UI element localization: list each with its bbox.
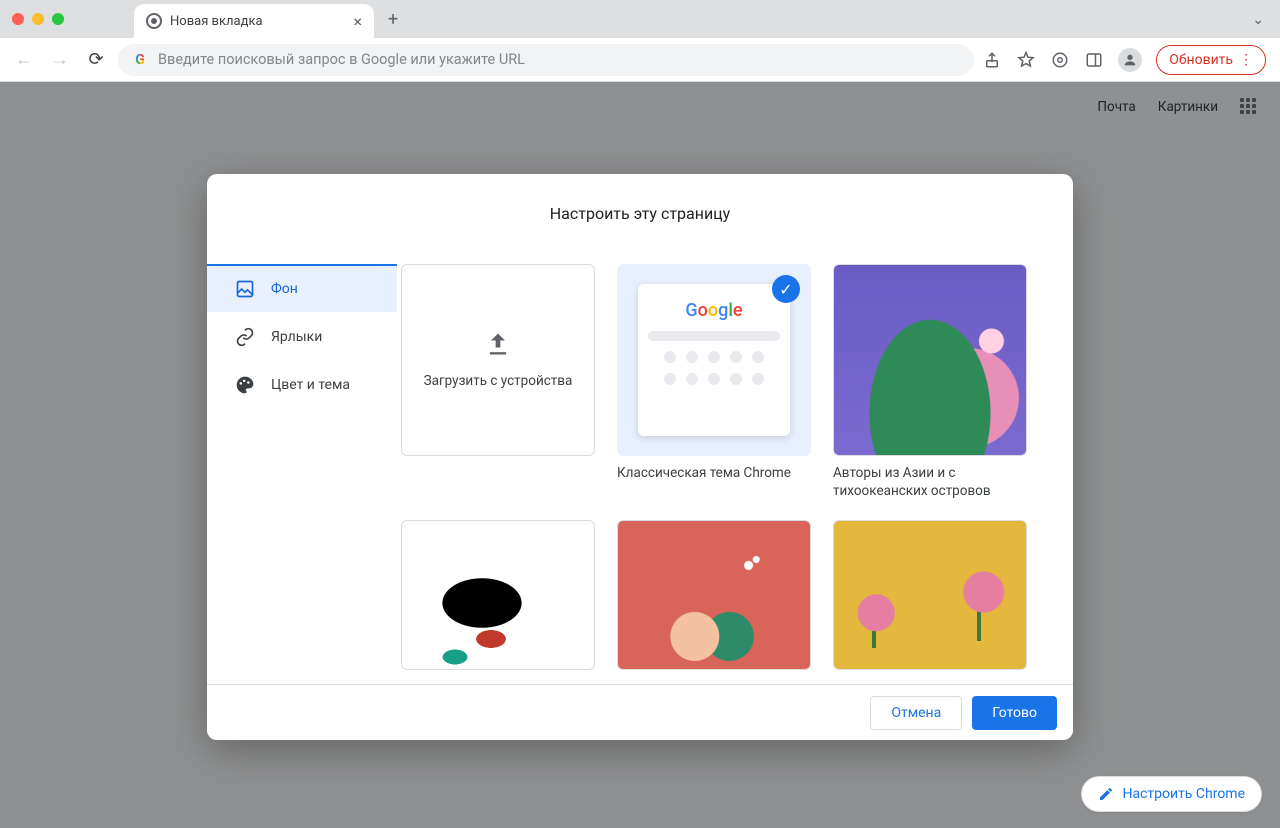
bookmark-icon[interactable] <box>1016 50 1036 70</box>
tab-title: Новая вкладка <box>170 14 263 29</box>
browser-toolbar: ← → ⟳ G Введите поисковый запрос в Googl… <box>0 38 1280 82</box>
sidebar-label: Ярлыки <box>271 329 322 345</box>
theme-card-asian-pacific[interactable]: Авторы из Азии и с тихоокеанских острово… <box>833 264 1027 500</box>
theme-label: Авторы из Азии и с тихоокеанских острово… <box>833 464 1027 500</box>
done-button[interactable]: Готово <box>972 696 1057 730</box>
reload-button[interactable]: ⟳ <box>82 46 110 74</box>
sidebar-label: Фон <box>271 281 298 297</box>
sidebar-label: Цвет и тема <box>271 377 350 393</box>
dialog-title: Настроить эту страницу <box>207 204 1073 223</box>
omnibox-placeholder: Введите поисковый запрос в Google или ук… <box>158 51 525 68</box>
upload-icon <box>484 330 512 358</box>
image-icon <box>235 279 255 299</box>
address-bar[interactable]: G Введите поисковый запрос в Google или … <box>118 44 974 76</box>
close-window-button[interactable] <box>12 13 24 25</box>
cancel-button[interactable]: Отмена <box>870 696 962 730</box>
pencil-icon <box>1098 786 1114 802</box>
forward-button[interactable]: → <box>46 46 74 74</box>
theme-card-lgbtq[interactable] <box>617 520 811 670</box>
window-titlebar: Новая вкладка × + ⌄ <box>0 0 1280 38</box>
check-icon: ✓ <box>772 275 800 303</box>
back-button[interactable]: ← <box>10 46 38 74</box>
profile-avatar[interactable] <box>1118 48 1142 72</box>
palette-icon <box>235 375 255 395</box>
theme-label: Классическая тема Chrome <box>617 464 811 482</box>
link-icon <box>235 327 255 347</box>
dialog-sidebar: Фон Ярлыки Цвет и тема <box>207 174 397 684</box>
sidebar-item-shortcuts[interactable]: Ярлыки <box>207 312 397 360</box>
customize-chrome-button[interactable]: Настроить Chrome <box>1081 776 1262 812</box>
theme-card-native[interactable] <box>401 520 595 670</box>
sidepanel-icon[interactable] <box>1084 50 1104 70</box>
tab-favicon <box>146 13 162 29</box>
sidebar-item-background[interactable]: Фон <box>207 264 397 312</box>
classic-preview: Google <box>638 284 790 436</box>
dialog-content: Загрузить с устройства ✓ Google Классиче… <box>397 174 1073 684</box>
new-tab-button[interactable]: + <box>388 9 398 30</box>
tabs-dropdown-icon[interactable]: ⌄ <box>1252 12 1264 28</box>
tab-close-icon[interactable]: × <box>353 12 362 31</box>
dialog-footer: Отмена Готово <box>207 684 1073 740</box>
menu-icon[interactable]: ⋮ <box>1239 52 1253 68</box>
google-icon: G <box>132 52 148 68</box>
theme-card-latino[interactable] <box>833 520 1027 670</box>
extensions-icon[interactable] <box>1050 50 1070 70</box>
window-controls <box>12 13 64 25</box>
minimize-window-button[interactable] <box>32 13 44 25</box>
update-button[interactable]: Обновить ⋮ <box>1156 45 1266 75</box>
toolbar-right: Обновить ⋮ <box>982 45 1270 75</box>
theme-card-upload[interactable]: Загрузить с устройства <box>401 264 595 500</box>
customize-dialog: Настроить эту страницу Фон Ярлыки Цвет и… <box>207 174 1073 740</box>
browser-tab[interactable]: Новая вкладка × <box>134 4 374 38</box>
upload-label: Загрузить с устройства <box>424 372 573 390</box>
theme-card-classic[interactable]: ✓ Google Классическая тема Chrome <box>617 264 811 500</box>
sidebar-item-color-theme[interactable]: Цвет и тема <box>207 360 397 408</box>
share-icon[interactable] <box>982 50 1002 70</box>
update-label: Обновить <box>1169 52 1233 68</box>
maximize-window-button[interactable] <box>52 13 64 25</box>
customize-chrome-label: Настроить Chrome <box>1122 786 1245 802</box>
